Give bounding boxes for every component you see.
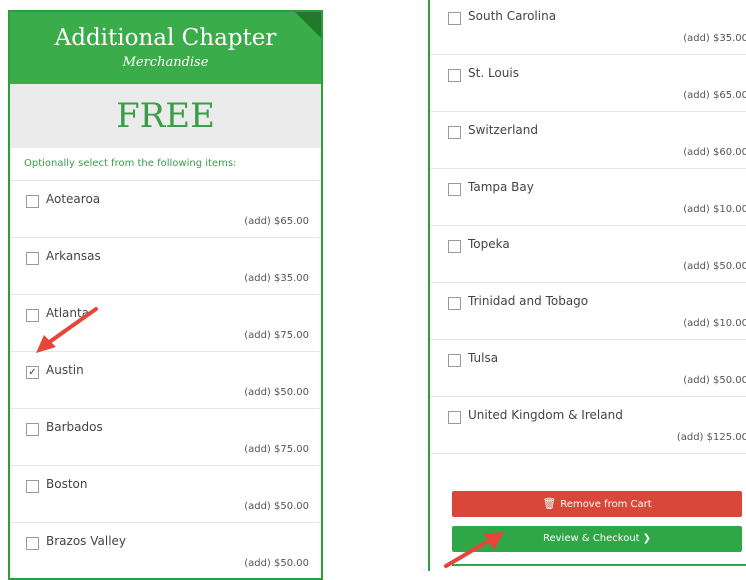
item-price: (add) $75.00 [244,330,309,341]
item-checkbox[interactable] [26,423,39,436]
item-price: (add) $50.00 [683,261,746,272]
item-price: (add) $50.00 [244,387,309,398]
item-label[interactable]: South Carolina [468,9,556,23]
item-checkbox[interactable] [448,297,461,310]
item-label[interactable]: Tampa Bay [468,180,534,194]
item-checkbox[interactable] [448,411,461,424]
item-checkbox[interactable] [26,537,39,550]
list-item: South Carolina (add) $35.00 [430,0,746,55]
trash-icon: 🗑 [542,497,557,510]
list-item: Tulsa (add) $50.00 [430,340,746,397]
item-checkbox[interactable]: ✓ [26,366,39,379]
item-price: (add) $65.00 [244,216,309,227]
item-checkbox[interactable] [26,195,39,208]
list-item: Barbados (add) $75.00 [10,409,321,466]
item-list-left: Aotearoa (add) $65.00 Arkansas (add) $35.00… [10,181,321,578]
item-label[interactable]: Trinidad and Tobago [468,294,588,308]
merchandise-panel-continued: South Carolina (add) $35.00 St. Louis (add)… [428,0,746,571]
item-price: (add) $35.00 [244,273,309,284]
item-checkbox[interactable] [448,183,461,196]
remove-label: Remove from Cart [560,499,652,510]
list-item: Tampa Bay (add) $10.00 [430,169,746,226]
item-label[interactable]: United Kingdom & Ireland [468,408,623,422]
item-price: (add) $60.00 [683,147,746,158]
panel-header: Additional Chapter Merchandise [10,12,321,84]
item-price: (add) $50.00 [683,375,746,386]
item-label[interactable]: Tulsa [468,351,498,365]
merchandise-panel: Additional Chapter Merchandise FREE Opti… [8,10,323,580]
item-label[interactable]: Brazos Valley [46,534,126,548]
item-checkbox[interactable] [448,354,461,367]
list-item: Brazos Valley (add) $50.00 [10,523,321,578]
review-label: Review & Checkout [542,533,640,544]
item-checkbox[interactable] [448,240,461,253]
list-item: Trinidad and Tobago (add) $10.00 [430,283,746,340]
item-checkbox[interactable] [448,12,461,25]
list-item: United Kingdom & Ireland (add) $125.00 [430,397,746,454]
item-price: (add) $125.00 [676,432,746,443]
item-price: (add) $50.00 [244,501,309,512]
item-checkbox[interactable] [448,69,461,82]
list-item: ✓ Austin (add) $50.00 [10,352,321,409]
red-arrow-icon [36,307,98,353]
item-label[interactable]: Austin [46,363,84,377]
list-item: Switzerland (add) $60.00 [430,112,746,169]
item-label[interactable]: Boston [46,477,87,491]
red-arrow-icon [444,532,504,568]
item-label[interactable]: Topeka [468,237,510,251]
item-price: (add) $75.00 [244,444,309,455]
chevron-right-icon: ❯ [642,533,651,544]
item-list-right: South Carolina (add) $35.00 St. Louis (add)… [430,0,746,454]
list-item: Arkansas (add) $35.00 [10,238,321,295]
item-label[interactable]: St. Louis [468,66,519,80]
instructions-text: Optionally select from the following ite… [24,158,237,169]
panel-subtitle: Merchandise [122,55,209,70]
item-label[interactable]: Aotearoa [46,192,100,206]
item-price: (add) $35.00 [683,33,746,44]
header-corner-ribbon [295,12,321,38]
item-price: (add) $10.00 [683,204,746,215]
panel-title: Additional Chapter [54,25,277,51]
price-label: FREE [10,84,321,148]
list-item: Boston (add) $50.00 [10,466,321,523]
item-price: (add) $50.00 [244,558,309,569]
list-item: Topeka (add) $50.00 [430,226,746,283]
item-label[interactable]: Barbados [46,420,103,434]
item-checkbox[interactable] [26,252,39,265]
item-checkbox[interactable] [26,480,39,493]
item-checkbox[interactable] [448,126,461,139]
list-item: Aotearoa (add) $65.00 [10,181,321,238]
item-price: (add) $10.00 [683,318,746,329]
item-label[interactable]: Switzerland [468,123,538,137]
check-icon: ✓ [28,367,37,378]
item-price: (add) $65.00 [683,90,746,101]
item-label[interactable]: Arkansas [46,249,101,263]
list-item: St. Louis (add) $65.00 [430,55,746,112]
remove-from-cart-button[interactable]: 🗑 Remove from Cart [452,491,742,517]
